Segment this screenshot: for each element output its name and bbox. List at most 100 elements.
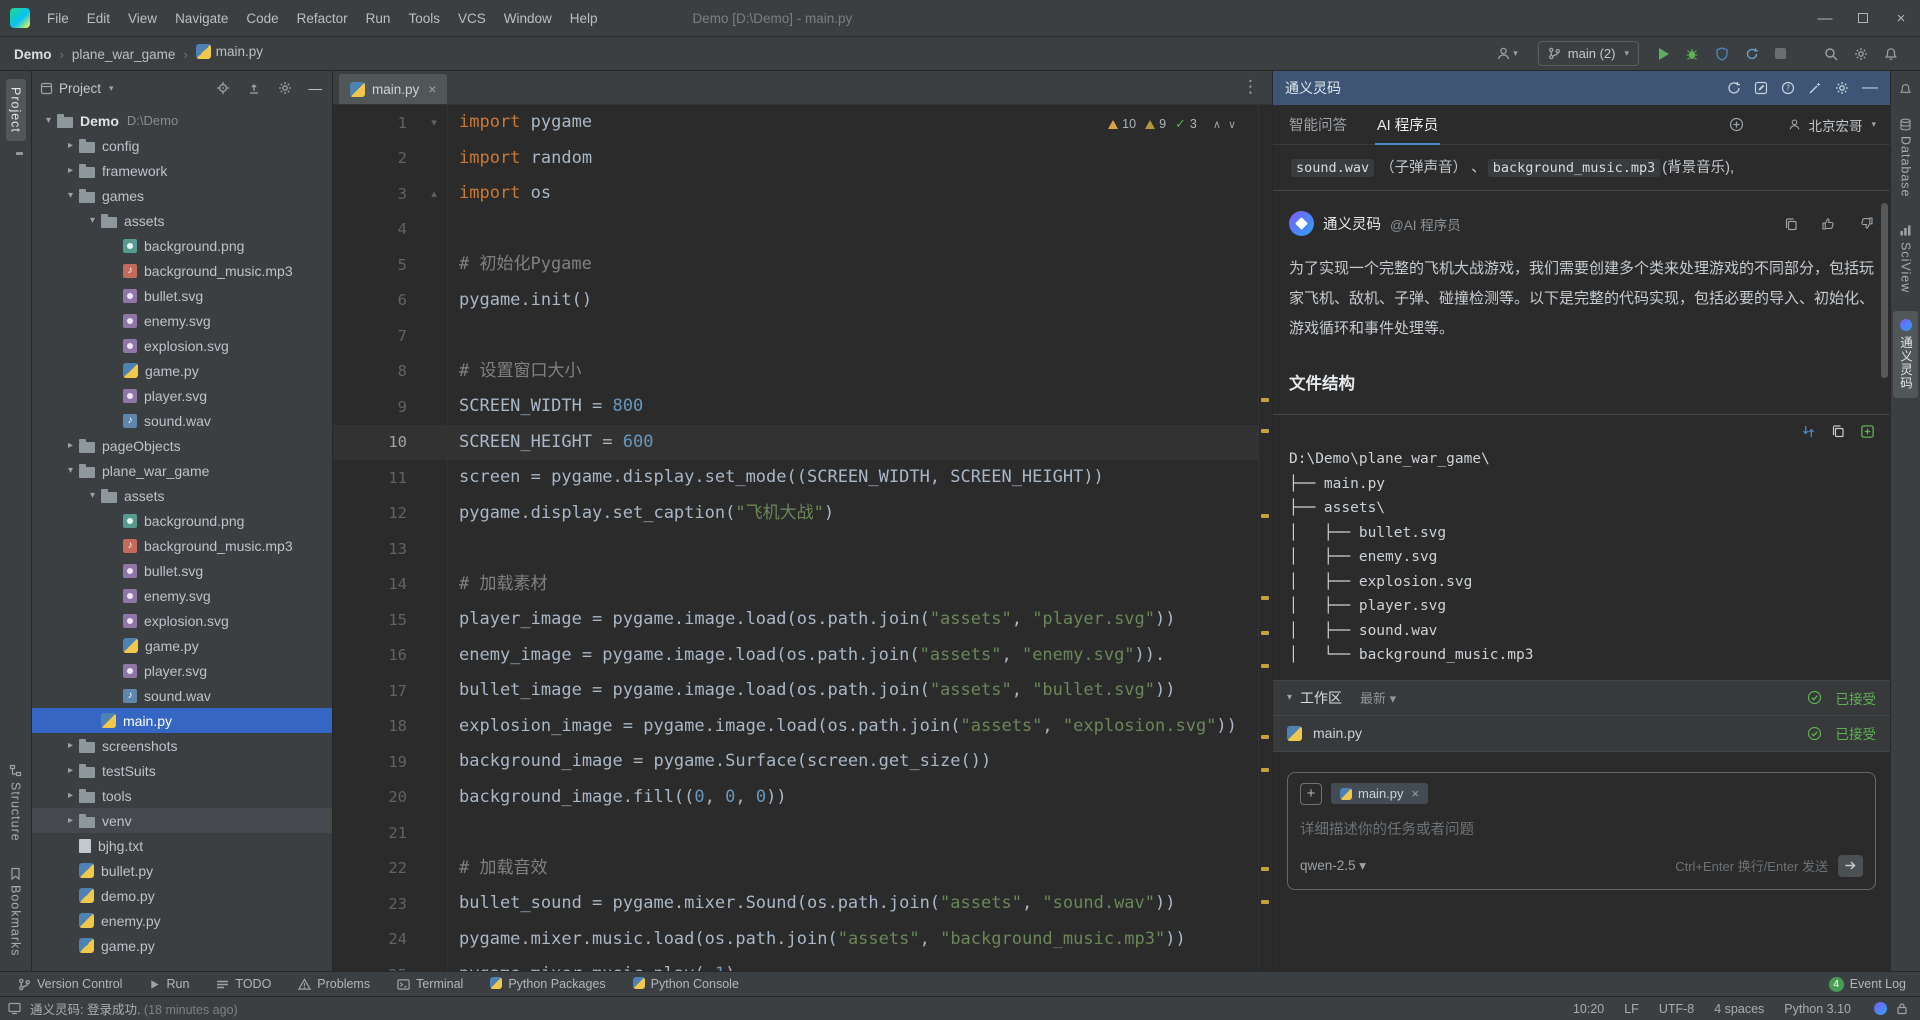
insert-code-button[interactable] (1801, 424, 1816, 439)
editor-line-7[interactable]: 7 (333, 318, 1272, 354)
menu-refactor[interactable]: Refactor (288, 11, 357, 26)
send-button[interactable] (1838, 855, 1863, 877)
editor-line-19[interactable]: 19background_image = pygame.Surface(scre… (333, 744, 1272, 780)
help-button[interactable]: ? (1781, 81, 1795, 95)
users-button[interactable]: ▾ (1496, 46, 1518, 61)
breadcrumb-demo[interactable]: Demo (14, 47, 52, 62)
warning-stripe-mark[interactable] (1261, 631, 1269, 635)
editor-line-2[interactable]: 2import random (333, 141, 1272, 177)
tree-item-enemy-svg[interactable]: enemy.svg (32, 308, 332, 333)
coverage-button[interactable] (1715, 47, 1729, 61)
editor-line-10[interactable]: 10SCREEN_HEIGHT = 600 (333, 425, 1272, 461)
tree-item-background-music-mp3[interactable]: background_music.mp3 (32, 258, 332, 283)
menu-window[interactable]: Window (495, 11, 561, 26)
menu-code[interactable]: Code (237, 11, 287, 26)
warning-stripe-mark[interactable] (1261, 514, 1269, 518)
toolwindow-button-database[interactable]: Database (1896, 110, 1916, 206)
menu-help[interactable]: Help (561, 11, 607, 26)
copy-message-button[interactable] (1784, 217, 1798, 231)
tree-expand-icon[interactable]: ▾ (62, 465, 79, 476)
status-4-spaces[interactable]: 4 spaces (1714, 1002, 1764, 1016)
editor-line-5[interactable]: 5# 初始化Pygame (333, 247, 1272, 283)
warning-stripe-mark[interactable] (1261, 664, 1269, 668)
menu-file[interactable]: File (38, 11, 78, 26)
notifications-strip-button[interactable] (1899, 79, 1912, 100)
toolwindow-button-sciview[interactable]: SciView (1896, 216, 1916, 301)
editor-error-stripe[interactable] (1258, 105, 1272, 971)
toolwindow-button-python-packages[interactable]: Python Packages (490, 977, 605, 992)
menu-vcs[interactable]: VCS (449, 11, 495, 26)
tree-item-tools[interactable]: ▸tools (32, 783, 332, 808)
editor-line-21[interactable]: 21 (333, 815, 1272, 851)
notifications-button[interactable] (1884, 47, 1898, 61)
warning-stripe-mark[interactable] (1261, 735, 1269, 739)
chat-input-box[interactable]: + main.py × 详细描述你的任务或者问题 qwen-2.5 ▾ Ctrl… (1287, 772, 1876, 890)
breadcrumb-plane-war-game[interactable]: plane_war_game (72, 47, 176, 62)
toolwindow-button-python-console[interactable]: Python Console (633, 977, 739, 992)
tree-expand-icon[interactable]: ▾ (84, 490, 101, 501)
hide-ai-panel-button[interactable]: — (1862, 79, 1878, 97)
tree-expand-icon[interactable]: ▸ (62, 765, 79, 776)
editor-line-14[interactable]: 14# 加载素材 (333, 567, 1272, 603)
tree-item-main-py[interactable]: main.py (32, 708, 332, 733)
warning-stripe-mark[interactable] (1261, 768, 1269, 772)
toolwindow-button-run[interactable]: Run (149, 977, 189, 992)
tree-expand-icon[interactable]: ▸ (62, 815, 79, 826)
tree-item-player-svg[interactable]: player.svg (32, 383, 332, 408)
fold-marker-icon[interactable]: ▴ (421, 187, 447, 200)
context-chip-main-py[interactable]: main.py × (1331, 783, 1428, 804)
warning-stripe-mark[interactable] (1261, 596, 1269, 600)
warning-stripe-mark[interactable] (1261, 867, 1269, 871)
add-context-button[interactable]: + (1300, 783, 1322, 805)
tree-item-testsuits[interactable]: ▸testSuits (32, 758, 332, 783)
tree-expand-icon[interactable]: ▾ (62, 190, 79, 201)
tongyi-status-icon[interactable] (1874, 1002, 1887, 1015)
tree-item-game-py[interactable]: game.py (32, 358, 332, 383)
workspace-filter-dropdown[interactable]: 最新 ▾ (1360, 688, 1396, 707)
tree-item-background-png[interactable]: background.png (32, 508, 332, 533)
toolwindow-button-bookmarks[interactable]: Bookmarks (6, 859, 26, 965)
toolwindow-button-structure[interactable]: Structure (6, 756, 26, 850)
collapse-all-button[interactable] (247, 81, 261, 95)
tree-item-venv[interactable]: ▸venv (32, 808, 332, 833)
pycharm-logo-icon[interactable] (10, 8, 30, 28)
tree-item-explosion-svg[interactable]: explosion.svg (32, 333, 332, 358)
editor-line-6[interactable]: 6pygame.init() (333, 283, 1272, 319)
editor-line-11[interactable]: 11screen = pygame.display.set_mode((SCRE… (333, 460, 1272, 496)
editor-line-23[interactable]: 23bullet_sound = pygame.mixer.Sound(os.p… (333, 886, 1272, 922)
collapse-icon[interactable]: ▾ (1287, 692, 1292, 703)
menu-tools[interactable]: Tools (399, 11, 449, 26)
workspace-file-row[interactable]: main.py 已接受 (1273, 716, 1890, 752)
tree-item-explosion-svg[interactable]: explosion.svg (32, 608, 332, 633)
scrollbar-thumb[interactable] (1881, 203, 1888, 378)
editor-line-24[interactable]: 24pygame.mixer.music.load(os.path.join("… (333, 922, 1272, 958)
tree-item-game-py[interactable]: game.py (32, 933, 332, 958)
tab-ai-programmer[interactable]: AI 程序员 (1375, 104, 1440, 145)
tree-item-screenshots[interactable]: ▸screenshots (32, 733, 332, 758)
create-file-button[interactable] (1860, 424, 1875, 439)
git-branch-widget[interactable]: main (2) ▾ (1538, 41, 1639, 66)
thumbs-up-button[interactable] (1821, 216, 1836, 231)
editor-line-13[interactable]: 13 (333, 531, 1272, 567)
chat-input-placeholder[interactable]: 详细描述你的任务或者问题 (1300, 818, 1863, 839)
tab-options-icon[interactable]: ⋮ (1242, 77, 1272, 104)
tree-item-games[interactable]: ▾games (32, 183, 332, 208)
editor-line-3[interactable]: 3▴import os (333, 176, 1272, 212)
remove-context-icon[interactable]: × (1412, 786, 1420, 801)
tree-item-pageobjects[interactable]: ▸pageObjects (32, 433, 332, 458)
warning-stripe-mark[interactable] (1261, 900, 1269, 904)
prev-problem-icon[interactable]: ∧ (1213, 118, 1221, 131)
search-everywhere-button[interactable] (1824, 47, 1838, 61)
editor-line-18[interactable]: 18explosion_image = pygame.image.load(os… (333, 709, 1272, 745)
tree-expand-icon[interactable]: ▸ (62, 790, 79, 801)
editor-line-20[interactable]: 20background_image.fill((0, 0, 0)) (333, 780, 1272, 816)
editor-line-8[interactable]: 8# 设置窗口大小 (333, 354, 1272, 390)
tree-item-game-py[interactable]: game.py (32, 633, 332, 658)
tree-item-enemy-svg[interactable]: enemy.svg (32, 583, 332, 608)
debug-button[interactable] (1685, 47, 1699, 61)
close-window-button[interactable]: × (1882, 0, 1920, 37)
status-lf[interactable]: LF (1624, 1002, 1639, 1016)
tree-expand-icon[interactable]: ▸ (62, 140, 79, 151)
restart-button[interactable] (1745, 47, 1759, 61)
magic-button[interactable] (1808, 81, 1822, 95)
